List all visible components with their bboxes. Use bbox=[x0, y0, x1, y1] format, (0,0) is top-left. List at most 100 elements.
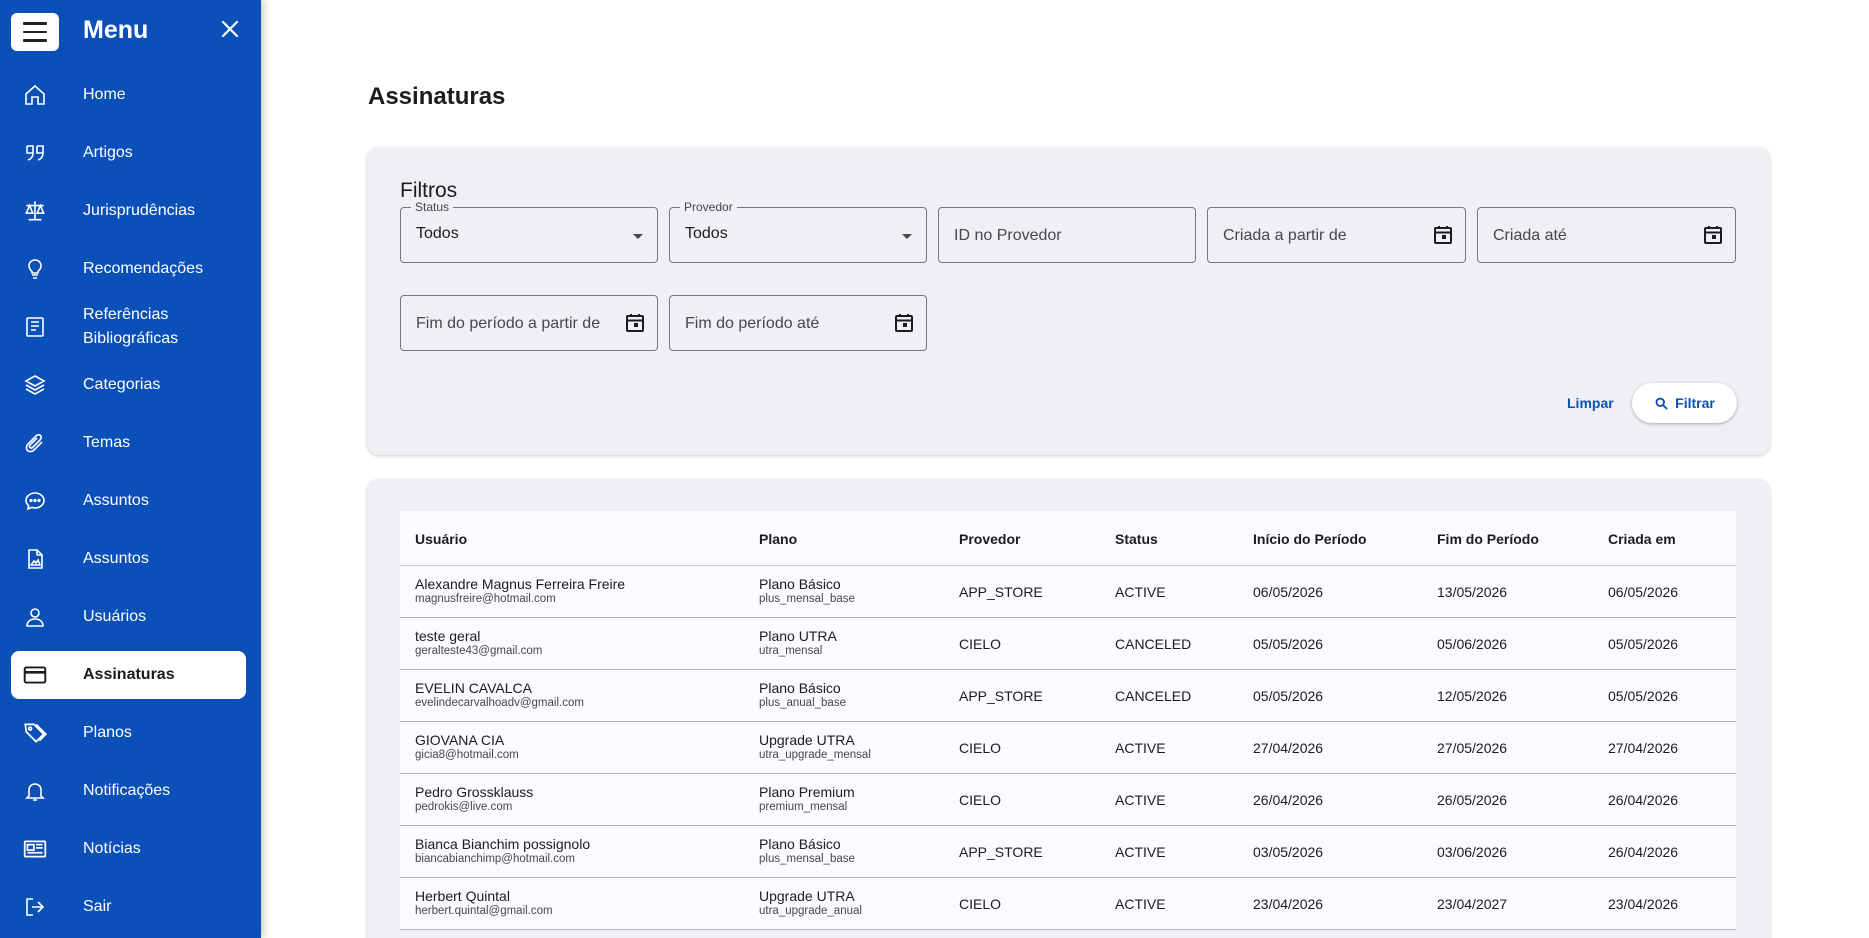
plan-code: premium_mensal bbox=[759, 801, 848, 813]
provider-cell: CIELO bbox=[959, 792, 1002, 808]
sidebar-item-usuarios[interactable]: Usuários bbox=[0, 588, 261, 646]
table-row[interactable]: Bianca Bianchim possignolo biancabianchim… bbox=[400, 826, 1736, 878]
provedor-select[interactable]: Provedor Todos bbox=[669, 200, 927, 263]
column-header-provedor[interactable]: Provedor bbox=[959, 531, 1020, 547]
status-cell: ACTIVE bbox=[1115, 740, 1166, 756]
table-row[interactable]: Pedro Grossklauss pedrokis@live.com Plano … bbox=[400, 774, 1736, 826]
criada-ate-placeholder: Criada até bbox=[1493, 227, 1567, 244]
fim-periodo-ate-input[interactable]: Fim do período até bbox=[669, 295, 927, 351]
tags-icon bbox=[22, 720, 48, 746]
sidebar-item-label: Notificações bbox=[83, 782, 171, 799]
menu-header: Menu bbox=[0, 0, 261, 66]
home-icon bbox=[22, 82, 48, 108]
sidebar-item-noticias[interactable]: Notícias bbox=[0, 820, 261, 878]
limpar-button[interactable]: Limpar bbox=[1567, 395, 1614, 411]
scale-icon bbox=[22, 198, 48, 224]
sidebar-item-assinaturas[interactable]: Assinaturas bbox=[11, 651, 246, 699]
status-cell: CANCELED bbox=[1115, 688, 1192, 704]
plan-code: utra_mensal bbox=[759, 645, 823, 657]
user-email: pedrokis@live.com bbox=[415, 801, 513, 813]
status-value: Todos bbox=[416, 225, 459, 242]
user-name: GIOVANA CIA bbox=[415, 732, 505, 748]
provider-cell: CIELO bbox=[959, 636, 1002, 652]
table-row[interactable]: teste geral geralteste43@gmail.com Plano U… bbox=[400, 618, 1736, 670]
provider-cell: APP_STORE bbox=[959, 584, 1043, 600]
table-row[interactable]: GIOVANA CIA gicia8@hotmail.com Upgrade UTR… bbox=[400, 722, 1736, 774]
sidebar-item-jurisprudencias[interactable]: Jurisprudências bbox=[0, 182, 261, 240]
hamburger-menu-icon[interactable] bbox=[11, 13, 59, 51]
chat-icon bbox=[22, 488, 48, 514]
plan-name: Upgrade UTRA bbox=[759, 888, 855, 904]
filtrar-button[interactable]: Filtrar bbox=[1632, 383, 1737, 423]
sidebar-item-label: Assinaturas bbox=[83, 666, 175, 683]
created-date-cell: 05/05/2026 bbox=[1608, 636, 1679, 652]
calendar-icon[interactable] bbox=[1431, 223, 1455, 247]
column-header-status[interactable]: Status bbox=[1115, 531, 1158, 547]
filters-card: Filtros Status Todos Provedor Todos ID n… bbox=[367, 147, 1770, 455]
sidebar-item-label: Categorias bbox=[83, 376, 161, 393]
close-icon[interactable] bbox=[218, 17, 242, 41]
start-date-cell: 06/05/2026 bbox=[1253, 584, 1324, 600]
start-date-cell: 27/04/2026 bbox=[1253, 740, 1324, 756]
filtrar-label: Filtrar bbox=[1675, 395, 1715, 411]
paperclip-icon bbox=[22, 430, 48, 456]
sidebar-item-label: Sair bbox=[83, 898, 112, 915]
calendar-icon[interactable] bbox=[892, 311, 916, 335]
table-row[interactable]: Herbert Quintal herbert.quintal@gmail.com… bbox=[400, 878, 1736, 930]
provedor-label: Provedor bbox=[680, 200, 737, 214]
sidebar-nav: Home Artigos Jurisprudências Recomendaçõ… bbox=[0, 66, 261, 936]
sidebar-item-label: Artigos bbox=[83, 144, 133, 161]
user-name: Herbert Quintal bbox=[415, 888, 510, 904]
column-header-inicio-periodo[interactable]: Início do Período bbox=[1253, 531, 1367, 547]
user-email: gicia8@hotmail.com bbox=[415, 749, 519, 761]
status-cell: ACTIVE bbox=[1115, 896, 1166, 912]
user-name: Bianca Bianchim possignolo bbox=[415, 836, 591, 852]
end-date-cell: 27/05/2026 bbox=[1437, 740, 1508, 756]
end-date-cell: 03/06/2026 bbox=[1437, 844, 1508, 860]
sidebar-item-planos[interactable]: Planos bbox=[0, 704, 261, 762]
criada-a-partir-de-input[interactable]: Criada a partir de bbox=[1207, 207, 1466, 263]
calendar-icon[interactable] bbox=[1701, 223, 1725, 247]
id-provedor-input[interactable]: ID no Provedor bbox=[938, 207, 1196, 263]
created-date-cell: 06/05/2026 bbox=[1608, 584, 1679, 600]
sidebar-item-sair[interactable]: Sair bbox=[0, 878, 261, 936]
table-row[interactable]: Alexandre Magnus Ferreira Freire magnusfr… bbox=[400, 566, 1736, 618]
plan-name: Plano UTRA bbox=[759, 628, 837, 644]
user-name: EVELIN CAVALCA bbox=[415, 680, 532, 696]
sidebar-item-artigos[interactable]: Artigos bbox=[0, 124, 261, 182]
subscriptions-table: Usuário Plano Provedor Status Início do … bbox=[400, 511, 1736, 930]
start-date-cell: 26/04/2026 bbox=[1253, 792, 1324, 808]
created-date-cell: 23/04/2026 bbox=[1608, 896, 1679, 912]
sidebar-item-assuntos-2[interactable]: Assuntos bbox=[0, 530, 261, 588]
column-header-plano[interactable]: Plano bbox=[759, 531, 797, 547]
column-header-usuario[interactable]: Usuário bbox=[415, 531, 467, 547]
fim-periodo-a-partir-de-placeholder: Fim do período a partir de bbox=[416, 315, 601, 332]
sidebar-item-categorias[interactable]: Categorias bbox=[0, 356, 261, 414]
created-date-cell: 27/04/2026 bbox=[1608, 740, 1679, 756]
column-header-criada-em[interactable]: Criada em bbox=[1608, 531, 1676, 547]
table-header: Usuário Plano Provedor Status Início do … bbox=[400, 511, 1736, 566]
user-name: teste geral bbox=[415, 628, 481, 644]
table-card: Usuário Plano Provedor Status Início do … bbox=[367, 479, 1770, 938]
table-row[interactable]: EVELIN CAVALCA evelindecarvalhoadv@gmail.… bbox=[400, 670, 1736, 722]
user-name: Alexandre Magnus Ferreira Freire bbox=[415, 576, 626, 592]
sidebar-item-assuntos[interactable]: Assuntos bbox=[0, 472, 261, 530]
sidebar-item-home[interactable]: Home bbox=[0, 66, 261, 124]
calendar-icon[interactable] bbox=[623, 311, 647, 335]
plan-code: plus_mensal_base bbox=[759, 853, 855, 865]
sidebar-item-recomendacoes[interactable]: Recomendações bbox=[0, 240, 261, 298]
sidebar-item-temas[interactable]: Temas bbox=[0, 414, 261, 472]
criada-ate-input[interactable]: Criada até bbox=[1477, 207, 1736, 263]
fim-periodo-a-partir-de-input[interactable]: Fim do período a partir de bbox=[400, 295, 658, 351]
start-date-cell: 05/05/2026 bbox=[1253, 636, 1324, 652]
sidebar-item-label: Home bbox=[83, 86, 126, 103]
column-header-fim-periodo[interactable]: Fim do Período bbox=[1437, 531, 1539, 547]
criada-a-partir-de-placeholder: Criada a partir de bbox=[1223, 227, 1347, 244]
sidebar-item-referencias[interactable]: Referências Bibliográficas bbox=[0, 298, 261, 356]
status-select[interactable]: Status Todos bbox=[400, 200, 658, 263]
quote-icon bbox=[22, 140, 48, 166]
user-email: magnusfreire@hotmail.com bbox=[415, 593, 556, 605]
sidebar-item-notificacoes[interactable]: Notificações bbox=[0, 762, 261, 820]
user-email: herbert.quintal@gmail.com bbox=[415, 905, 553, 917]
plan-name: Plano Básico bbox=[759, 836, 841, 852]
